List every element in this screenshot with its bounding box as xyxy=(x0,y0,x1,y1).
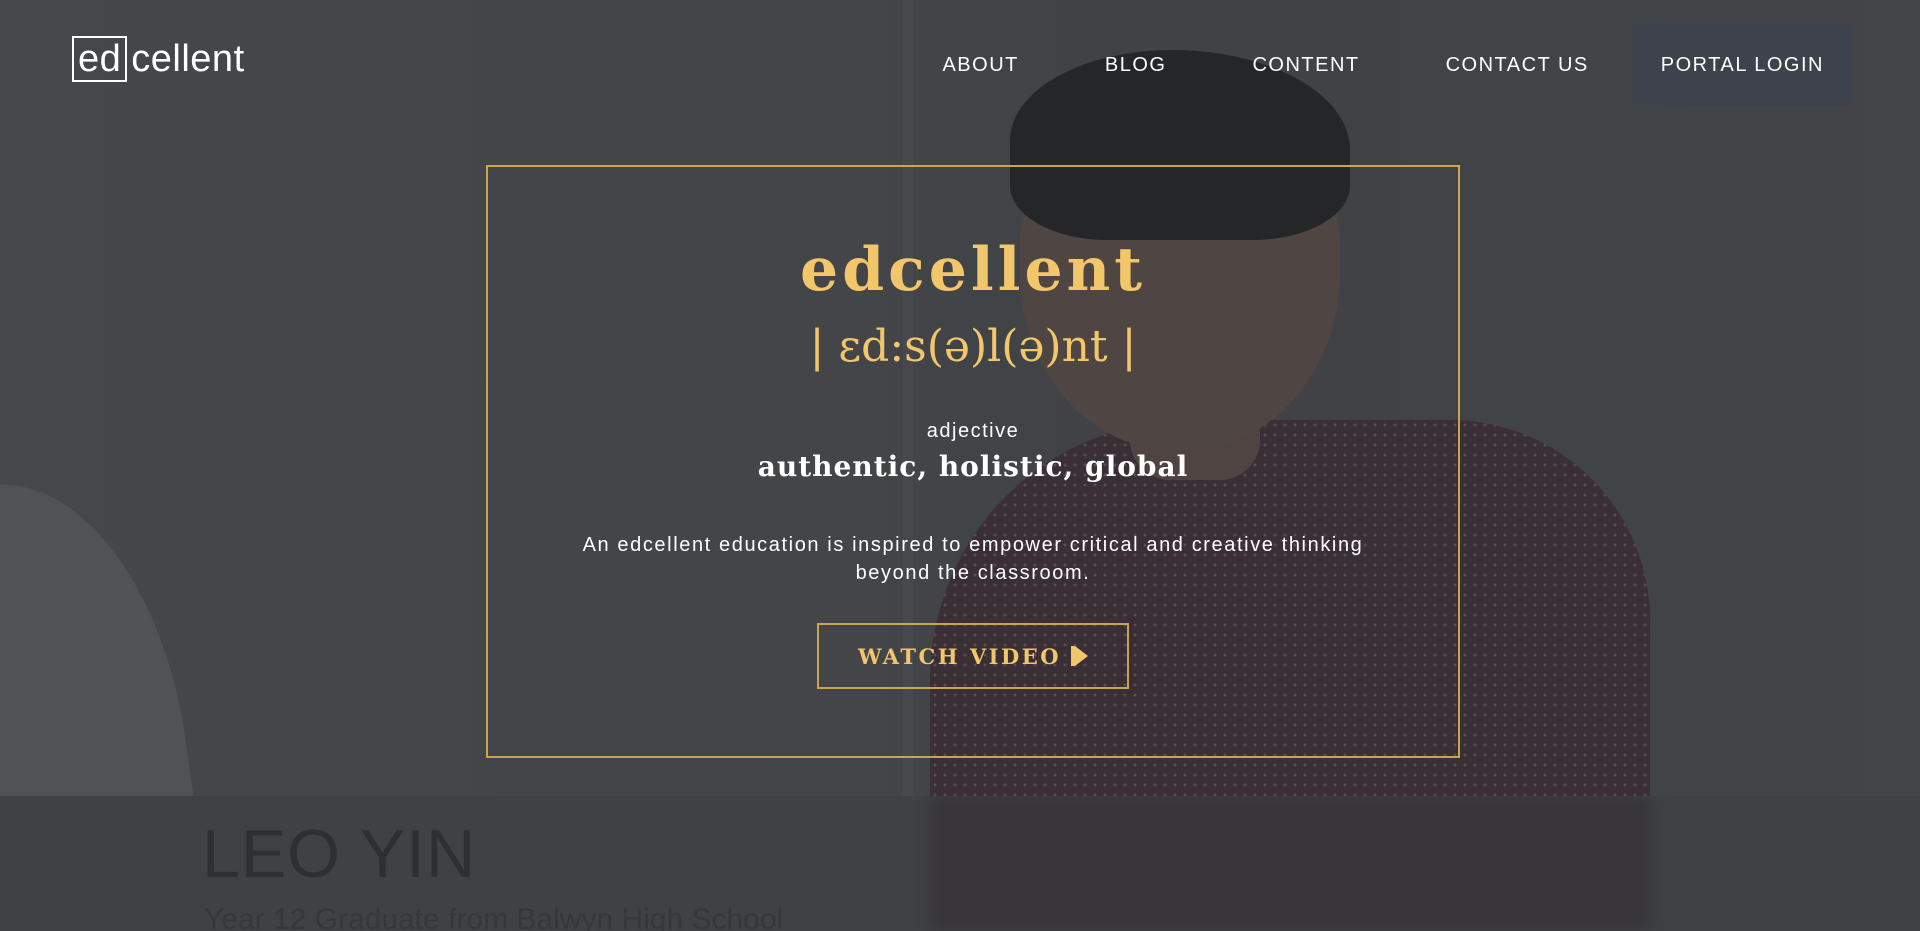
main-nav: ABOUT BLOG CONTENT CONTACT US PORTAL LOG… xyxy=(856,24,1852,106)
nav-content[interactable]: CONTENT xyxy=(1252,54,1359,77)
phonetic-spelling: | ɛd:s(ə)l(ə)nt | xyxy=(809,321,1137,372)
part-of-speech: adjective xyxy=(926,420,1020,442)
site-header: ed cellent ABOUT BLOG CONTENT CONTACT US … xyxy=(0,0,1920,130)
nav-portal-login[interactable]: PORTAL LOGIN xyxy=(1632,24,1852,106)
testimonial-name: LEO YIN xyxy=(202,816,477,892)
nav-blog[interactable]: BLOG xyxy=(1105,54,1167,77)
definition-frame: edcellent | ɛd:s(ə)l(ə)nt | adjective au… xyxy=(486,165,1460,758)
watch-video-button[interactable]: WATCH VIDEO xyxy=(817,623,1129,689)
logo-text: cellent xyxy=(131,37,245,80)
blurred-photo-continuation xyxy=(930,796,1650,931)
nav-contact-us[interactable]: CONTACT US xyxy=(1446,54,1589,77)
hero-description: An edcellent education is inspired to em… xyxy=(582,534,1364,584)
site-logo[interactable]: ed cellent xyxy=(72,36,245,82)
nav-about[interactable]: ABOUT xyxy=(942,54,1018,77)
page: ed cellent ABOUT BLOG CONTENT CONTACT US … xyxy=(0,0,1920,931)
testimonial-strip: LEO YIN Year 12 Graduate from Balwyn Hig… xyxy=(0,796,1920,931)
watch-video-label: WATCH VIDEO xyxy=(857,643,1061,669)
testimonial-role: Year 12 Graduate from Balwyn High School xyxy=(204,903,784,931)
play-icon xyxy=(1071,646,1088,666)
synonyms: authentic, holistic, global xyxy=(757,450,1189,483)
hero-word: edcellent xyxy=(800,235,1146,305)
logo-boxed-text: ed xyxy=(72,36,128,82)
